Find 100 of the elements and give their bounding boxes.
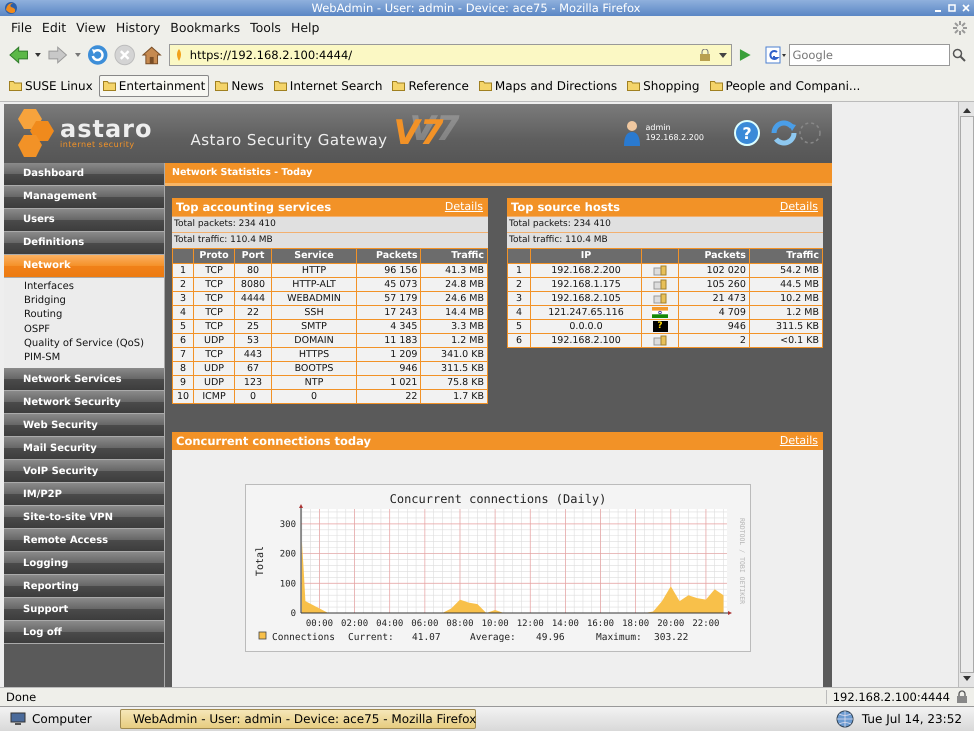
table-cell: UDP	[194, 333, 234, 348]
sidebar-item[interactable]: Management	[4, 186, 164, 209]
sidebar-item[interactable]: Users	[4, 208, 164, 232]
back-icon[interactable]	[8, 45, 30, 66]
scrollbar[interactable]	[958, 102, 974, 687]
table-cell: NTP	[272, 375, 356, 390]
table-cell: 1 209	[356, 347, 421, 362]
y-tick-label: 200	[279, 549, 296, 560]
dropdown-caret-icon[interactable]	[35, 53, 42, 58]
table-cell: 22	[234, 305, 272, 320]
sidebar-subitem[interactable]: PIM-SM	[4, 351, 164, 366]
menu-item[interactable]: File	[6, 20, 37, 36]
start-menu-button[interactable]: Computer	[4, 712, 112, 726]
bookmark[interactable]: SUSE Linux	[5, 74, 97, 97]
table-cell: 67	[234, 361, 272, 376]
forward-icon[interactable]	[47, 45, 69, 66]
refresh-icon[interactable]	[770, 119, 798, 148]
table-cell: 24.6 MB	[420, 291, 488, 306]
network-host-icon	[653, 334, 667, 346]
sidebar-item[interactable]: Mail Security	[4, 437, 164, 460]
search-field[interactable]: Google	[789, 44, 950, 66]
sidebar-subitem[interactable]: Bridging	[4, 294, 164, 308]
legend-swatch	[258, 631, 266, 639]
bookmark[interactable]: People and Compani...	[706, 74, 864, 97]
network-globe-icon[interactable]	[836, 710, 854, 728]
bookmark[interactable]: Shopping	[623, 74, 704, 97]
x-tick-label: 00:00	[305, 618, 332, 629]
table-cell: 1	[172, 263, 194, 278]
clock[interactable]: Tue Jul 14, 23:52	[862, 712, 970, 726]
x-tick-label: 20:00	[656, 618, 684, 629]
x-tick-label: 06:00	[410, 618, 438, 629]
close-icon[interactable]	[962, 4, 970, 12]
menu-item[interactable]: Tools	[245, 20, 286, 36]
search-icon[interactable]	[952, 48, 966, 62]
table-cell: 4444	[234, 291, 272, 306]
menu-item[interactable]: History	[110, 20, 166, 36]
bookmark[interactable]: Reference	[388, 74, 473, 97]
table-cell: 96 156	[356, 263, 421, 278]
sidebar-item[interactable]: IM/P2P	[4, 483, 164, 506]
table-cell: SMTP	[272, 319, 356, 334]
table-cell: 3	[508, 291, 530, 306]
table-cell: 6	[172, 333, 194, 348]
table-cell: 24.8 MB	[420, 277, 488, 292]
menu-item[interactable]: Bookmarks	[165, 20, 246, 36]
sidebar-item[interactable]: Definitions	[4, 232, 164, 255]
table-cell: 192.168.2.200	[530, 263, 642, 278]
table-cell: 3	[172, 291, 194, 306]
table-cell: 123	[234, 375, 272, 390]
bookmark[interactable]: Maps and Directions	[474, 74, 622, 97]
table-cell: 1	[508, 263, 530, 278]
sidebar-subitem[interactable]: Interfaces	[4, 280, 164, 294]
reload-icon[interactable]	[86, 44, 108, 66]
sidebar-item[interactable]: Dashboard	[4, 162, 164, 186]
table-cell: WEBADMIN	[272, 291, 356, 306]
taskbar-window-button[interactable]: WebAdmin - User: admin - Device: ace75 - Mozilla Firefox	[120, 709, 476, 730]
home-icon[interactable]	[141, 44, 163, 66]
maximize-icon[interactable]	[948, 4, 956, 12]
table-cell: 5	[508, 319, 530, 334]
sidebar-item[interactable]: VoIP Security	[4, 460, 164, 484]
bookmark[interactable]: Internet Search	[270, 74, 386, 97]
sidebar-item[interactable]: Support	[4, 598, 164, 622]
sidebar-item[interactable]: Network Services	[4, 368, 164, 392]
sidebar-subitem[interactable]: OSPF	[4, 322, 164, 337]
table-cell: TCP	[194, 319, 234, 334]
dropdown-caret-icon[interactable]	[718, 52, 727, 58]
address-field[interactable]: https://192.168.2.100:4444/	[168, 44, 732, 66]
window-title: WebAdmin - User: admin - Device: ace75 - Mozilla Firefox	[310, 0, 642, 15]
help-button[interactable]: ?	[734, 120, 760, 146]
table-cell: 11 183	[356, 333, 421, 348]
table-cell: 311.5 KB	[749, 319, 822, 334]
menu-item[interactable]: Edit	[36, 20, 72, 36]
sidebar-item[interactable]: Web Security	[4, 414, 164, 438]
table-cell: 443	[234, 347, 272, 362]
sidebar-item[interactable]: Site-to-site VPN	[4, 506, 164, 530]
sidebar-item[interactable]: Log off	[4, 621, 164, 644]
menu-item[interactable]: Help	[286, 20, 324, 36]
table-cell: 14.4 MB	[420, 305, 488, 320]
folder-icon	[392, 80, 406, 92]
bookmark[interactable]: Entertainment	[98, 74, 210, 97]
loading-spinner-icon	[798, 121, 822, 146]
table-cell: <0.1 KB	[749, 333, 822, 348]
table-cell: 17 243	[356, 305, 421, 320]
go-icon[interactable]	[738, 48, 752, 62]
column-header: Service	[272, 248, 356, 264]
sidebar-item[interactable]: Reporting	[4, 575, 164, 598]
sidebar-item[interactable]: Remote Access	[4, 529, 164, 552]
sidebar-item[interactable]: Logging	[4, 552, 164, 576]
table-cell: 4 709	[678, 305, 750, 320]
y-tick-label: 100	[279, 578, 296, 589]
sidebar-item[interactable]: Network Security	[4, 391, 164, 414]
x-tick-label: 16:00	[586, 618, 614, 629]
folder-icon	[710, 80, 723, 92]
menu-item[interactable]: View	[71, 20, 111, 36]
table-cell: 22	[356, 389, 421, 404]
sidebar-subitem[interactable]: Routing	[4, 308, 164, 322]
bookmark[interactable]: News	[211, 74, 268, 97]
folder-icon	[102, 80, 116, 92]
sidebar-subitem[interactable]: Quality of Service (QoS)	[4, 336, 164, 352]
table-cell: 4	[172, 305, 194, 320]
search-engine-icon[interactable]	[765, 46, 788, 64]
